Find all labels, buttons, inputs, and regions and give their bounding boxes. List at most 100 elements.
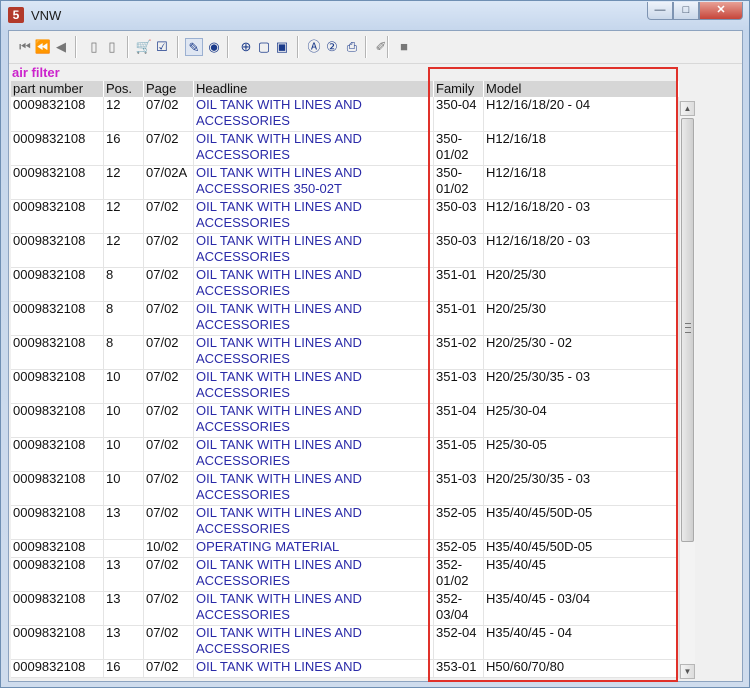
scroll-up-button[interactable]: ▲ — [680, 101, 695, 116]
client-area: ⏮ ⏪ ◀ ▯ ▯ 🛒 ☑ ✎ ◉ ⊕ ▢ ▣ Ⓐ ② ⎙ ✐ ■ air filter part number… — [8, 30, 743, 682]
print-icon[interactable]: ⎙ — [343, 38, 361, 56]
part-number-cell: 0009832108 — [11, 437, 104, 471]
headline-cell[interactable]: OIL TANK WITH LINES AND ACCESSORIES — [194, 97, 434, 131]
fast-back-icon[interactable]: ⏪ — [34, 38, 52, 56]
window-controls: — □ ✕ — [647, 2, 743, 20]
table-row[interactable]: 0009832108 13 07/02 OIL TANK WITH LINES AND… — [11, 505, 679, 540]
previous-icon[interactable]: ◀ — [52, 38, 70, 56]
maximize-button[interactable]: □ — [673, 2, 699, 20]
globe-icon[interactable]: ◉ — [205, 38, 223, 56]
table-row[interactable]: 0009832108 10/02 OPERATING MATERIAL 352-05 H… — [11, 539, 679, 558]
headline-cell[interactable]: OIL TANK WITH LINES AND ACCESSORIES — [194, 233, 434, 267]
family-line: 350- — [436, 131, 463, 146]
part-number-cell: 0009832108 — [11, 625, 104, 659]
pos-cell: 10 — [104, 369, 144, 403]
table-row[interactable]: 0009832108 13 07/02 OIL TANK WITH LINES AND… — [11, 625, 679, 660]
close-button[interactable]: ✕ — [699, 2, 743, 20]
family-cell: 351-03 — [434, 369, 484, 403]
scroll-thumb[interactable] — [681, 118, 694, 542]
headline-cell[interactable]: OIL TANK WITH LINES AND ACCESSORIES 350-0… — [194, 165, 434, 199]
table-row[interactable]: 0009832108 12 07/02 OIL TANK WITH LINES AND… — [11, 97, 679, 132]
scroll-down-button[interactable]: ▼ — [680, 664, 695, 679]
headline-line: OPERATING MATERIAL — [196, 539, 340, 554]
page-forward-icon[interactable]: ▯ — [103, 38, 121, 56]
table-row[interactable]: 0009832108 12 07/02A OIL TANK WITH LINES AN… — [11, 165, 679, 200]
table-row[interactable]: 0009832108 10 07/02 OIL TANK WITH LINES AND… — [11, 369, 679, 404]
model-cell: H20/25/30/35 - 03 — [484, 369, 679, 403]
table-row[interactable]: 0009832108 13 07/02 OIL TANK WITH LINES AND… — [11, 557, 679, 592]
headline-line: ACCESSORIES — [196, 351, 290, 366]
table-row[interactable]: 0009832108 12 07/02 OIL TANK WITH LINES AND… — [11, 199, 679, 234]
pos-cell: 12 — [104, 97, 144, 131]
part-number-cell: 0009832108 — [11, 267, 104, 301]
page-cell: 07/02 — [144, 591, 194, 625]
model-cell: H35/40/45 — [484, 557, 679, 591]
family-line: 352- — [436, 591, 463, 606]
headline-line: ACCESSORIES — [196, 419, 290, 434]
headline-cell[interactable]: OIL TANK WITH LINES AND ACCESSORIES — [194, 403, 434, 437]
col-part-number-header[interactable]: part number — [11, 81, 104, 97]
table-row[interactable]: 0009832108 10 07/02 OIL TANK WITH LINES AND… — [11, 437, 679, 472]
minimize-button[interactable]: — — [647, 2, 673, 20]
part-number-cell: 0009832108 — [11, 335, 104, 369]
headline-cell[interactable]: OPERATING MATERIAL — [194, 539, 434, 557]
app-icon: 5 — [8, 7, 24, 23]
table-row[interactable]: 0009832108 10 07/02 OIL TANK WITH LINES AND… — [11, 471, 679, 506]
headline-cell[interactable]: OIL TANK WITH LINES AND ACCESSORIES — [194, 131, 434, 165]
col-model-header[interactable]: Model — [484, 81, 679, 97]
col-page-header[interactable]: Page — [144, 81, 194, 97]
headline-line: ACCESSORIES — [196, 607, 290, 622]
headline-line: ACCESSORIES — [196, 215, 290, 230]
family-line: 350-04 — [436, 97, 477, 112]
headline-cell[interactable]: OIL TANK WITH LINES AND ACCESSORIES — [194, 557, 434, 591]
checklist-icon[interactable]: ☑ — [153, 38, 171, 56]
page-copy-icon[interactable]: ▣ — [273, 38, 291, 56]
headline-cell[interactable]: OIL TANK WITH LINES AND ACCESSORIES — [194, 471, 434, 505]
page-icon[interactable]: ▢ — [255, 38, 273, 56]
headline-line: OIL TANK WITH LINES AND — [196, 505, 362, 520]
cart-icon[interactable]: 🛒 — [135, 38, 153, 56]
headline-cell[interactable]: OIL TANK WITH LINES AND ACCESSORIES — [194, 625, 434, 659]
table-row[interactable]: 0009832108 12 07/02 OIL TANK WITH LINES AND… — [11, 233, 679, 268]
headline-cell[interactable]: OIL TANK WITH LINES AND ACCESSORIES — [194, 301, 434, 335]
page-back-icon[interactable]: ▯ — [85, 38, 103, 56]
headline-cell[interactable]: OIL TANK WITH LINES AND ACCESSORIES — [194, 437, 434, 471]
family-line: 351-04 — [436, 403, 477, 418]
table-row[interactable]: 0009832108 10 07/02 OIL TANK WITH LINES AND… — [11, 403, 679, 438]
headline-cell[interactable]: OIL TANK WITH LINES AND ACCESSORIES — [194, 591, 434, 625]
table-row[interactable]: 0009832108 16 07/02 OIL TANK WITH LINES AND… — [11, 131, 679, 166]
a-circle-icon[interactable]: Ⓐ — [305, 38, 323, 56]
zoom-icon[interactable]: ⊕ — [237, 38, 255, 56]
headline-line: ACCESSORIES — [196, 573, 290, 588]
headline-line: OIL TANK WITH LINES AND — [196, 267, 362, 282]
headline-cell[interactable]: OIL TANK WITH LINES AND ACCESSORIES — [194, 335, 434, 369]
col-pos-header[interactable]: Pos. — [104, 81, 144, 97]
table-row[interactable]: 0009832108 16 07/02 OIL TANK WITH LINES AND… — [11, 659, 679, 678]
vertical-scrollbar[interactable]: ▲ ▼ — [679, 101, 695, 679]
title-bar[interactable]: 5 VNW — □ ✕ — [1, 1, 749, 29]
headline-cell[interactable]: OIL TANK WITH LINES AND — [194, 659, 434, 677]
headline-line: OIL TANK WITH LINES AND — [196, 369, 362, 384]
col-headline-header[interactable]: Headline — [194, 81, 434, 97]
page-cell: 07/02 — [144, 369, 194, 403]
first-record-icon[interactable]: ⏮ — [16, 38, 34, 56]
table-row[interactable]: 0009832108 8 07/02 OIL TANK WITH LINES AND A… — [11, 267, 679, 302]
model-cell: H35/40/45/50D-05 — [484, 539, 679, 557]
model-cell: H12/16/18/20 - 03 — [484, 233, 679, 267]
table-row[interactable]: 0009832108 13 07/02 OIL TANK WITH LINES AND… — [11, 591, 679, 626]
edit-disabled-icon[interactable]: ✐ — [372, 38, 390, 56]
two-circle-icon[interactable]: ② — [323, 38, 341, 56]
table-row[interactable]: 0009832108 8 07/02 OIL TANK WITH LINES AND A… — [11, 301, 679, 336]
page-cell: 07/02 — [144, 301, 194, 335]
page-cell: 07/02 — [144, 335, 194, 369]
headline-cell[interactable]: OIL TANK WITH LINES AND ACCESSORIES — [194, 267, 434, 301]
stop-icon[interactable]: ■ — [395, 38, 413, 56]
col-family-header[interactable]: Family — [434, 81, 484, 97]
table-row[interactable]: 0009832108 8 07/02 OIL TANK WITH LINES AND A… — [11, 335, 679, 370]
headline-cell[interactable]: OIL TANK WITH LINES AND ACCESSORIES — [194, 369, 434, 403]
headline-cell[interactable]: OIL TANK WITH LINES AND ACCESSORIES — [194, 199, 434, 233]
headline-line: ACCESSORIES — [196, 249, 290, 264]
toolbar-separator — [365, 36, 367, 58]
filter-icon[interactable]: ✎ — [185, 38, 203, 56]
headline-cell[interactable]: OIL TANK WITH LINES AND ACCESSORIES — [194, 505, 434, 539]
